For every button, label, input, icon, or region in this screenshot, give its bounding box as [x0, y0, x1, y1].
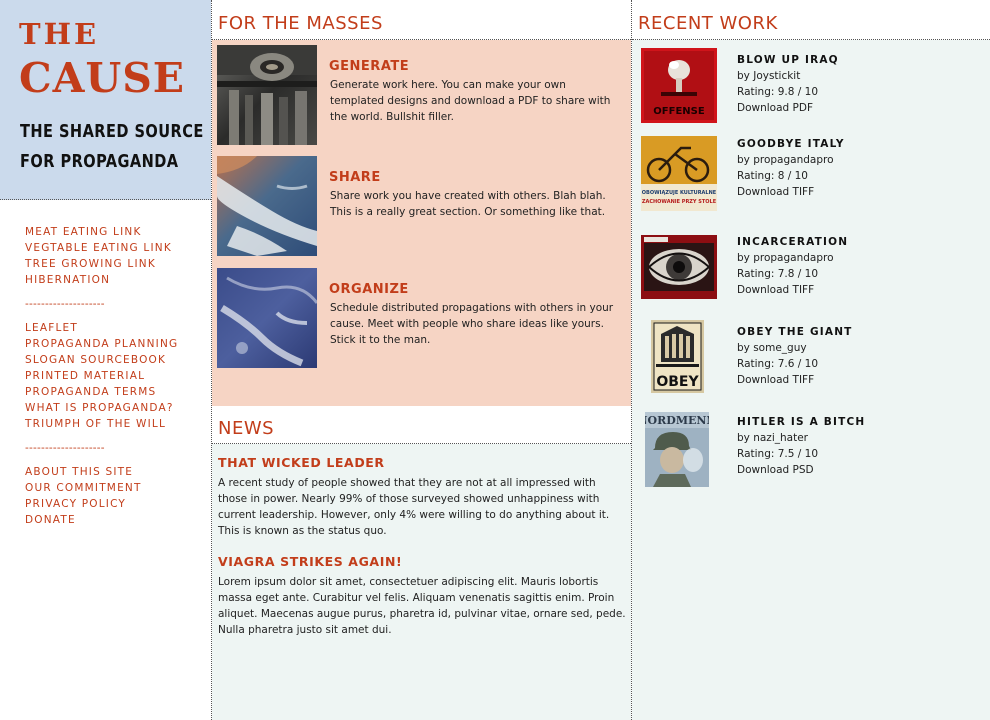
soldier-poster-icon[interactable]: NORDMENN: [645, 412, 709, 487]
work-author: by nazi_hater: [737, 432, 808, 444]
news-section: THAT WICKED LEADER A recent study of peo…: [212, 444, 631, 720]
nav-link-hibernation[interactable]: HIBERNATION: [25, 272, 205, 288]
left-sidebar: THE CAUSE THE SHARED SOURCE FOR PROPAGAN…: [0, 0, 211, 720]
work-title[interactable]: BLOW UP IRAQ: [737, 55, 839, 66]
earth-photo-icon[interactable]: [217, 156, 317, 256]
masses-item-title[interactable]: GENERATE: [329, 60, 409, 73]
nav-separator: --------------------: [25, 442, 105, 454]
tagline-line-1: THE SHARED SOURCE: [20, 121, 204, 142]
nav-link-vegtable-eating[interactable]: VEGTABLE EATING LINK: [25, 240, 205, 256]
download-link[interactable]: Download TIFF: [737, 285, 814, 296]
svg-text:OBOWIĄZUJE KULTURALNE: OBOWIĄZUJE KULTURALNE: [642, 190, 717, 196]
recent-work-item: OFFENSE BLOW UP IRAQ by Joystickit Ratin…: [632, 48, 990, 135]
logo-word-cause: CAUSE: [19, 54, 186, 102]
nav-link-donate[interactable]: DONATE: [25, 512, 205, 528]
work-author: by propagandapro: [737, 154, 834, 166]
work-title[interactable]: INCARCERATION: [737, 237, 848, 248]
nav-link-propaganda-terms[interactable]: PROPAGANDA TERMS: [25, 384, 205, 400]
masses-section: GENERATE Generate work here. You can mak…: [212, 40, 631, 406]
masses-item-generate: GENERATE Generate work here. You can mak…: [217, 45, 627, 145]
masses-item-description: Generate work here. You can make your ow…: [330, 79, 611, 123]
recent-work-item: OBEY OBEY THE GIANT by some_guy Rating: …: [632, 320, 990, 407]
tagline-line-2: FOR PROPAGANDA: [20, 151, 179, 172]
download-link[interactable]: Download TIFF: [737, 375, 814, 386]
recent-work-item: INCARCERATION by propagandapro Rating: 7…: [632, 235, 990, 317]
news-item-title[interactable]: THAT WICKED LEADER: [218, 456, 385, 470]
work-author: by Joystickit: [737, 70, 801, 82]
nav-link-triumph-of-the-will[interactable]: TRIUMPH OF THE WILL: [25, 416, 205, 432]
svg-text:ZACHOWANIE PRZY STOLE: ZACHOWANIE PRZY STOLE: [642, 199, 717, 205]
download-link[interactable]: Download PSD: [737, 465, 814, 476]
logo-word-the: THE: [19, 17, 100, 51]
nav-link-leaflet[interactable]: LEAFLET: [25, 320, 205, 336]
work-title[interactable]: GOODBYE ITALY: [737, 139, 845, 150]
masses-heading: FOR THE MASSES: [218, 13, 383, 34]
masses-item-description: Share work you have created with others.…: [330, 190, 606, 218]
masses-item-title[interactable]: SHARE: [329, 171, 381, 184]
work-title[interactable]: OBEY THE GIANT: [737, 327, 853, 338]
recent-work-header: RECENT WORK: [632, 0, 990, 40]
gears-photo-icon[interactable]: [217, 45, 317, 145]
news-item-body: Lorem ipsum dolor sit amet, consectetuer…: [218, 576, 626, 636]
work-rating: Rating: 9.8 / 10: [737, 86, 819, 98]
nav-link-what-is-propaganda[interactable]: WHAT IS PROPAGANDA?: [25, 400, 205, 416]
masses-section-header: FOR THE MASSES: [212, 0, 631, 40]
poster-thumbnail-icon[interactable]: OBOWIĄZUJE KULTURALNE ZACHOWANIE PRZY ST…: [641, 136, 717, 211]
nav-link-slogan-sourcebook[interactable]: SLOGAN SOURCEBOOK: [25, 352, 205, 368]
nav-link-propaganda-planning[interactable]: PROPAGANDA PLANNING: [25, 336, 205, 352]
eye-poster-icon[interactable]: [641, 235, 717, 299]
masses-item-description: Schedule distributed propagations with o…: [330, 302, 614, 346]
work-rating: Rating: 7.8 / 10: [737, 268, 819, 280]
sidebar-nav: MEAT EATING LINK VEGTABLE EATING LINK TR…: [25, 224, 205, 528]
nav-link-privacy-policy[interactable]: PRIVACY POLICY: [25, 496, 205, 512]
nav-link-meat-eating[interactable]: MEAT EATING LINK: [25, 224, 205, 240]
news-section-header: NEWS: [212, 406, 631, 444]
recent-work-item: NORDMENN HITLER IS A BITCH by nazi_hater…: [632, 412, 990, 497]
obey-poster-icon[interactable]: OBEY: [651, 320, 704, 393]
news-heading: NEWS: [218, 418, 275, 439]
work-title[interactable]: HITLER IS A BITCH: [737, 417, 865, 428]
nav-link-about[interactable]: ABOUT THIS SITE: [25, 464, 205, 480]
poster-text: NORDMENN: [645, 414, 709, 427]
site-logo[interactable]: THE CAUSE THE SHARED SOURCE FOR PROPAGAN…: [0, 0, 211, 200]
work-author: by some_guy: [737, 342, 807, 354]
poster-text: OFFENSE: [653, 106, 705, 117]
news-item-body: A recent study of people showed that the…: [218, 477, 610, 537]
poster-text: OBEY: [656, 374, 699, 390]
work-rating: Rating: 7.6 / 10: [737, 358, 819, 370]
work-rating: Rating: 8 / 10: [737, 170, 808, 182]
poster-thumbnail-icon[interactable]: OFFENSE: [641, 48, 717, 123]
masses-item-share: SHARE Share work you have created with o…: [217, 156, 627, 256]
recent-work-item: OBOWIĄZUJE KULTURALNE ZACHOWANIE PRZY ST…: [632, 136, 990, 219]
nav-separator: --------------------: [25, 298, 105, 310]
download-link[interactable]: Download PDF: [737, 103, 813, 114]
nav-link-tree-growing[interactable]: TREE GROWING LINK: [25, 256, 205, 272]
recent-work-section: OFFENSE BLOW UP IRAQ by Joystickit Ratin…: [632, 40, 990, 720]
nav-link-our-commitment[interactable]: OUR COMMITMENT: [25, 480, 205, 496]
work-author: by propagandapro: [737, 252, 834, 264]
masses-item-title[interactable]: ORGANIZE: [329, 283, 409, 296]
download-link[interactable]: Download TIFF: [737, 187, 814, 198]
nav-link-printed-material[interactable]: PRINTED MATERIAL: [25, 368, 205, 384]
marble-photo-icon[interactable]: [217, 268, 317, 368]
masses-item-organize: ORGANIZE Schedule distributed propagatio…: [217, 268, 627, 368]
recent-work-heading: RECENT WORK: [638, 13, 778, 34]
work-rating: Rating: 7.5 / 10: [737, 448, 819, 460]
news-item-title[interactable]: VIAGRA STRIKES AGAIN!: [218, 555, 402, 569]
